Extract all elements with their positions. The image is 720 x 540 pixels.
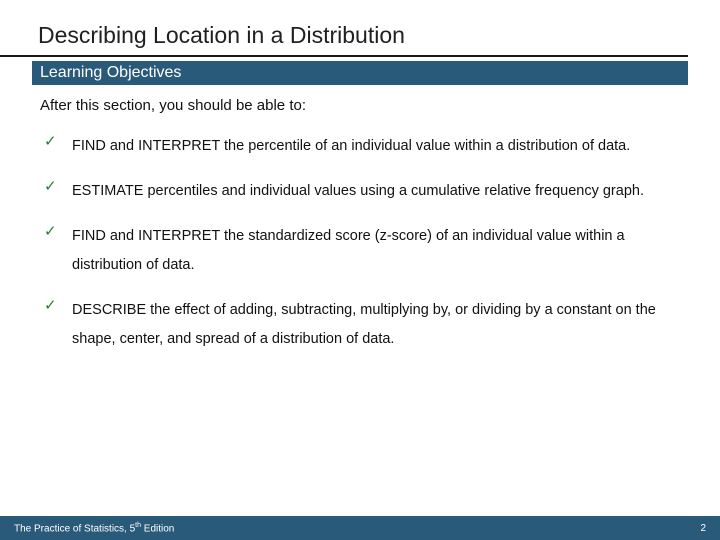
objective-text: DESCRIBE the effect of adding, subtracti… (72, 302, 656, 347)
objective-text: FIND and INTERPRET the percentile of an … (72, 138, 630, 154)
footer-prefix: The Practice of Statistics, 5 (14, 523, 135, 534)
check-icon: ✓ (44, 298, 57, 313)
objectives-list: ✓ FIND and INTERPRET the percentile of a… (40, 124, 680, 362)
list-item: ✓ DESCRIBE the effect of adding, subtrac… (40, 288, 680, 362)
list-item: ✓ FIND and INTERPRET the percentile of a… (40, 124, 680, 169)
subtitle-bar: Learning Objectives (32, 61, 688, 85)
list-item: ✓ ESTIMATE percentiles and individual va… (40, 169, 680, 214)
page-title: Describing Location in a Distribution (0, 0, 688, 57)
footer: The Practice of Statistics, 5th Edition … (0, 516, 720, 540)
objective-text: ESTIMATE percentiles and individual valu… (72, 183, 644, 199)
check-icon: ✓ (44, 134, 57, 149)
footer-suffix: Edition (141, 523, 174, 534)
page-number: 2 (700, 523, 706, 534)
check-icon: ✓ (44, 224, 57, 239)
slide: Describing Location in a Distribution Le… (0, 0, 720, 540)
list-item: ✓ FIND and INTERPRET the standardized sc… (40, 214, 680, 288)
intro-text: After this section, you should be able t… (40, 97, 688, 114)
objective-text: FIND and INTERPRET the standardized scor… (72, 228, 625, 273)
footer-text: The Practice of Statistics, 5th Edition (14, 522, 174, 534)
check-icon: ✓ (44, 179, 57, 194)
